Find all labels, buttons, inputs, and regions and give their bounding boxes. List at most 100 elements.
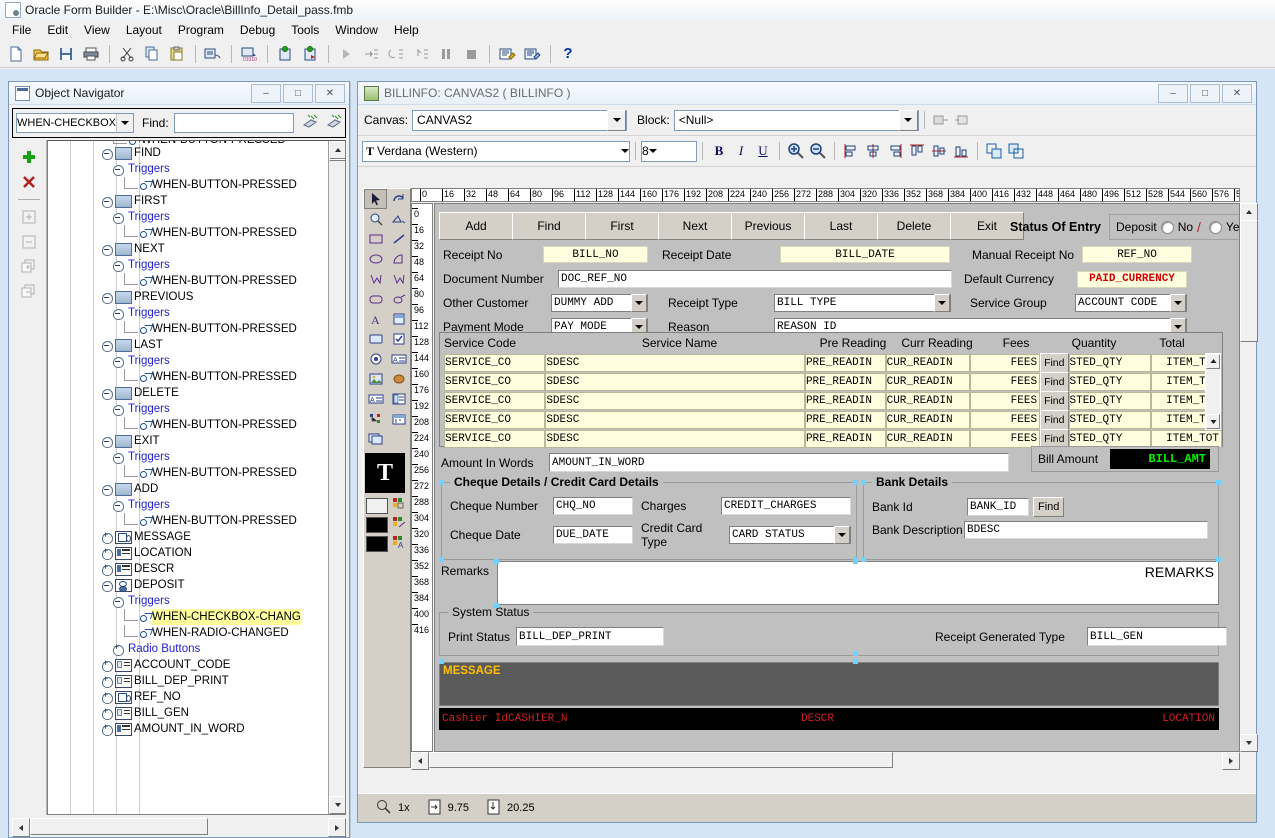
collapse-node-icon[interactable] (102, 292, 113, 303)
checkbox-tool-icon[interactable] (387, 329, 410, 349)
tree-item[interactable]: ACCOUNT_CODE (48, 657, 329, 673)
arc-tool-icon[interactable] (387, 249, 410, 269)
tree-item[interactable]: PREVIOUS (48, 289, 329, 305)
service-group-select[interactable]: ACCOUNT CODE (1075, 294, 1187, 312)
scroll-down-icon[interactable] (329, 796, 346, 814)
menu-item-view[interactable]: View (76, 21, 118, 39)
selection-handle[interactable] (1216, 480, 1221, 485)
radio-tool-icon[interactable] (364, 349, 387, 369)
collapse-node-icon[interactable] (102, 196, 113, 207)
grid-cell-pre-reading[interactable]: PRE_READIN (805, 430, 886, 448)
bank-description-field[interactable]: BDESC (964, 521, 1208, 539)
chevron-down-icon[interactable] (1170, 294, 1186, 312)
selection-handle[interactable] (439, 480, 444, 485)
receipt-generated-type-field[interactable]: BILL_GEN (1087, 627, 1227, 646)
collapse-node-icon[interactable] (102, 340, 113, 351)
magnify-tool-icon[interactable] (364, 209, 387, 229)
expand-all-button[interactable] (18, 256, 40, 278)
grid-cell-pre-reading[interactable]: PRE_READIN (805, 411, 886, 429)
tree-item[interactable]: LAST (48, 337, 329, 353)
cheque-number-field[interactable]: CHQ_NO (553, 497, 633, 515)
selection-handle[interactable] (861, 557, 866, 562)
collapse-node-icon[interactable] (113, 404, 124, 415)
expand-node-icon[interactable] (102, 692, 113, 703)
credit-card-type-select[interactable]: CARD STATUS (729, 526, 851, 544)
tree-item[interactable]: WHEN-BUTTON-PRESSED (48, 369, 329, 385)
expand-node-button[interactable] (18, 206, 40, 228)
tree-item[interactable]: WHEN-BUTTON-PRESSED (48, 177, 329, 193)
charges-field[interactable]: CREDIT_CHARGES (721, 497, 851, 515)
selection-handle[interactable] (861, 480, 866, 485)
canvas-scroll-up-icon[interactable] (1240, 203, 1258, 221)
tree-item[interactable]: DESCR (48, 561, 329, 577)
selection-handle[interactable] (494, 603, 499, 608)
grid-cell-pre-reading[interactable]: PRE_READIN (805, 392, 886, 410)
tree-item[interactable]: MESSAGE (48, 529, 329, 545)
italic-button[interactable]: I (731, 141, 751, 161)
display-item-tool-icon[interactable]: A (364, 389, 387, 409)
expand-node-icon[interactable] (102, 564, 113, 575)
stacked-canvas-tool-icon[interactable] (364, 429, 387, 449)
object-tree[interactable]: WHEN-BUTTON-PRESSEDFINDTriggersWHEN-BUTT… (47, 140, 346, 815)
bold-button[interactable]: B (709, 141, 729, 161)
collapse-all-button[interactable] (18, 281, 40, 303)
grid-cell-quantity[interactable]: STED_QTY (1069, 411, 1152, 429)
expand-node-icon[interactable] (102, 724, 113, 735)
canvas-hscroll-thumb[interactable] (429, 752, 893, 768)
grid-find-button[interactable]: Find (1040, 372, 1068, 392)
align-right-icon[interactable] (885, 141, 905, 161)
chevron-down-icon[interactable] (621, 149, 629, 153)
form-button-add[interactable]: Add (439, 212, 513, 240)
tree-item[interactable]: Triggers (48, 305, 329, 321)
rectangle-tool-icon[interactable] (364, 229, 387, 249)
deposit-no-radio[interactable] (1161, 221, 1174, 234)
menu-item-help[interactable]: Help (386, 21, 427, 39)
grid-cell-quantity[interactable]: STED_QTY (1069, 392, 1152, 410)
expand-node-icon[interactable] (102, 676, 113, 687)
run-form-icon[interactable] (201, 43, 225, 65)
grid-cell-curr-reading[interactable]: CUR_READIN (886, 373, 971, 391)
form-button-find[interactable]: Find (512, 212, 586, 240)
collapse-node-icon[interactable] (102, 148, 113, 159)
line-color-swatch[interactable] (366, 517, 388, 533)
help-icon[interactable]: ? (556, 43, 580, 65)
text-item-tool-icon[interactable]: A (387, 349, 410, 369)
tree-item[interactable]: WHEN-BUTTON-PRESSED (48, 417, 329, 433)
form-button-delete[interactable]: Delete (877, 212, 951, 240)
chevron-down-icon[interactable] (934, 294, 950, 312)
tree-item[interactable]: Triggers (48, 401, 329, 417)
frame-item-tool-icon[interactable] (387, 309, 410, 329)
selection-handle[interactable] (494, 559, 499, 564)
chevron-down-icon[interactable] (631, 294, 647, 312)
canvas-vscroll-thumb[interactable] (1240, 220, 1258, 342)
tree-item[interactable]: BILL_GEN (48, 705, 329, 721)
rounded-rect-tool-icon[interactable] (364, 289, 387, 309)
fill-color-picker-icon[interactable] (392, 497, 408, 514)
collapse-node-button[interactable] (18, 231, 40, 253)
grid-cell-fees[interactable]: FEES (970, 354, 1040, 372)
bank-id-field[interactable]: BANK_ID (967, 498, 1029, 516)
form-button-last[interactable]: Last (804, 212, 878, 240)
menu-item-debug[interactable]: Debug (232, 21, 283, 39)
tree-item[interactable]: Triggers (48, 257, 329, 273)
bank-id-find-button[interactable]: Find (1033, 497, 1064, 517)
form-button-next[interactable]: Next (658, 212, 732, 240)
canvas-scroll-left-icon[interactable] (411, 752, 429, 770)
grid-cell-total[interactable]: ITEM_TOT (1151, 430, 1222, 448)
tree-item[interactable]: AMOUNT_IN_WORD (48, 721, 329, 737)
tree-item[interactable]: WHEN-BUTTON-PRESSED (48, 225, 329, 241)
chevron-down-icon[interactable] (116, 114, 133, 132)
zoom-out-icon[interactable] (808, 141, 828, 161)
navigator-horizontal-scrollbar[interactable] (12, 818, 346, 835)
document-number-field[interactable]: DOC_REF_NO (558, 270, 952, 288)
canvas-horizontal-scrollbar[interactable] (411, 752, 1240, 768)
grid-vertical-scrollbar[interactable] (1205, 353, 1221, 430)
pl-sql-editor2-icon[interactable] (520, 43, 544, 65)
chevron-down-icon[interactable] (607, 110, 626, 131)
tree-item[interactable]: ADD (48, 481, 329, 497)
scroll-left-icon[interactable] (12, 818, 30, 837)
collapse-node-icon[interactable] (113, 308, 124, 319)
navigator-close-button[interactable]: ✕ (315, 84, 345, 103)
bring-to-front-icon[interactable] (984, 141, 1004, 161)
menu-item-tools[interactable]: Tools (283, 21, 327, 39)
